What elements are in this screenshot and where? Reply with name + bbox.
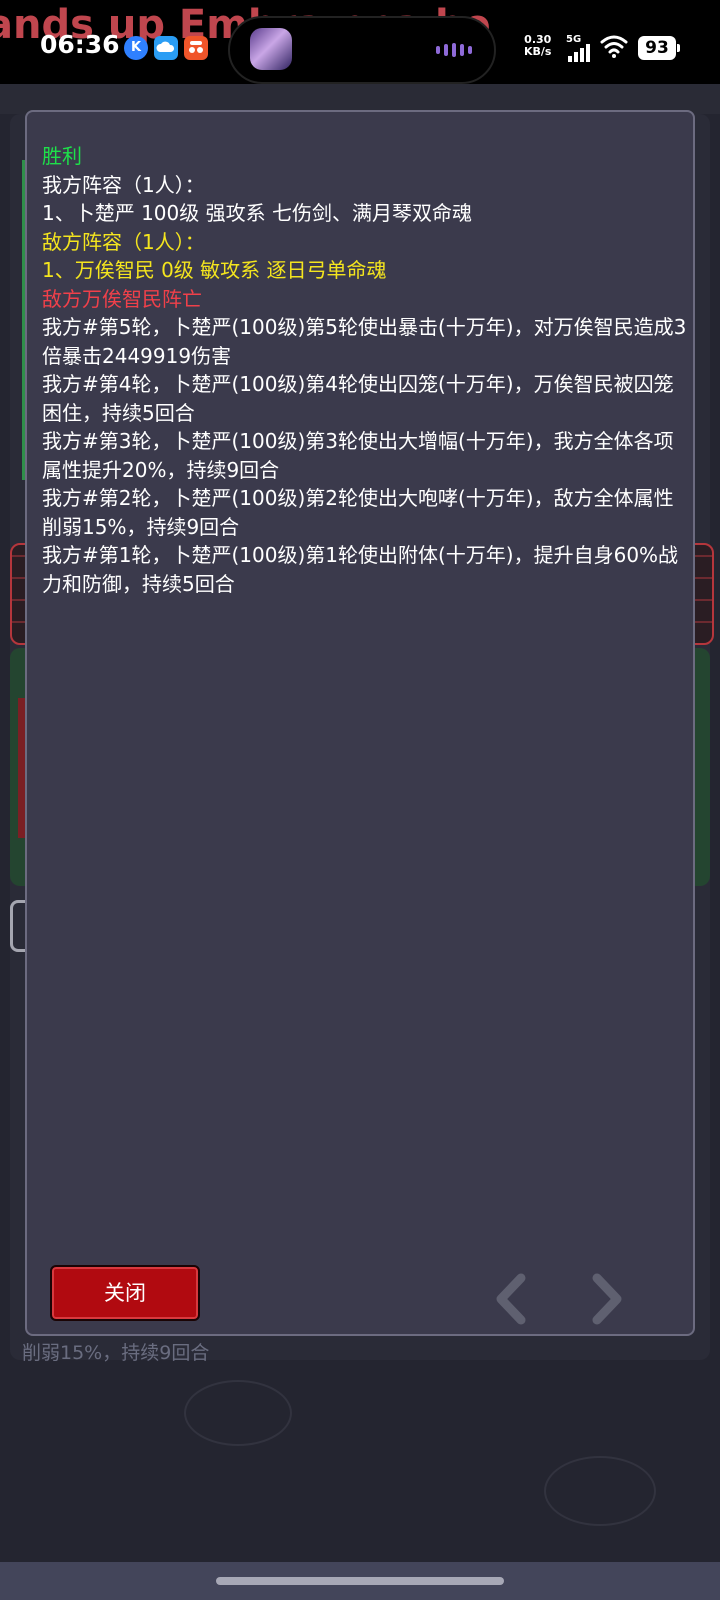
k-app-letter: K: [130, 40, 142, 55]
home-indicator[interactable]: [216, 1577, 504, 1585]
background-partial-text: 削弱15%，持续9回合: [22, 1342, 210, 1364]
log-entry-round-2: 我方#第2轮，卜楚严(100级)第2轮使出大咆哮(十万年)，敌方全体属性削弱15…: [42, 486, 674, 539]
signal-icon: 5G: [566, 34, 594, 62]
audio-wave-icon: [436, 43, 472, 57]
wifi-icon: [600, 34, 628, 62]
chevron-right-icon: [592, 1273, 622, 1325]
network-speed-unit: KB/s: [524, 45, 552, 58]
clock: 06:36: [40, 30, 120, 59]
cloud-app-icon: [154, 36, 178, 60]
enemy-lineup-item: 1、万俟智民 0级 敏攻系 逐日弓单命魂: [42, 258, 387, 282]
battle-log: 胜利 我方阵容（1人）： 1、卜楚严 100级 强攻系 七伤剑、满月琴双命魂 敌…: [42, 142, 687, 598]
our-lineup-title: 我方阵容（1人）：: [42, 172, 205, 197]
enemy-lineup-title: 敌方阵容（1人）：: [42, 229, 205, 254]
game-app-icon: [184, 36, 208, 60]
k-app-icon: K: [124, 36, 148, 60]
battle-result: 胜利: [42, 144, 82, 168]
status-bar: ands up Embra nna be 06:36 K 0.30 KB/s 5…: [0, 0, 720, 84]
previous-page-button[interactable]: [489, 1272, 533, 1326]
log-entry-round-3: 我方#第3轮，卜楚严(100级)第3轮使出大增幅(十万年)，我方全体各项属性提升…: [42, 429, 674, 482]
battery-indicator: 93: [638, 36, 680, 60]
battle-report-dialog: 胜利 我方阵容（1人）： 1、卜楚严 100级 强攻系 七伤剑、满月琴双命魂 敌…: [25, 110, 695, 1336]
chevron-left-icon: [496, 1273, 526, 1325]
background-cloud-left: [184, 1380, 292, 1446]
log-entry-round-5: 我方#第5轮，卜楚严(100级)第5轮使出暴击(十万年)，对万俟智民造成3倍暴击…: [42, 315, 687, 368]
network-speed: 0.30 KB/s: [524, 34, 551, 58]
dynamic-island[interactable]: [228, 16, 496, 84]
log-entry-round-4: 我方#第4轮，卜楚严(100级)第4轮使出囚笼(十万年)，万俟智民被囚笼困住，持…: [42, 372, 674, 425]
close-button[interactable]: 关闭: [50, 1265, 200, 1321]
enemy-defeated-notice: 敌方万俟智民阵亡: [42, 286, 202, 311]
log-entry-round-1: 我方#第1轮，卜楚严(100级)第1轮使出附体(十万年)，提升自身60%战力和防…: [42, 543, 679, 596]
background-cloud-right: [544, 1456, 656, 1526]
our-lineup-item: 1、卜楚严 100级 强攻系 七伤剑、满月琴双命魂: [42, 201, 472, 225]
now-playing-artwork[interactable]: [250, 28, 292, 70]
next-page-button[interactable]: [585, 1272, 629, 1326]
